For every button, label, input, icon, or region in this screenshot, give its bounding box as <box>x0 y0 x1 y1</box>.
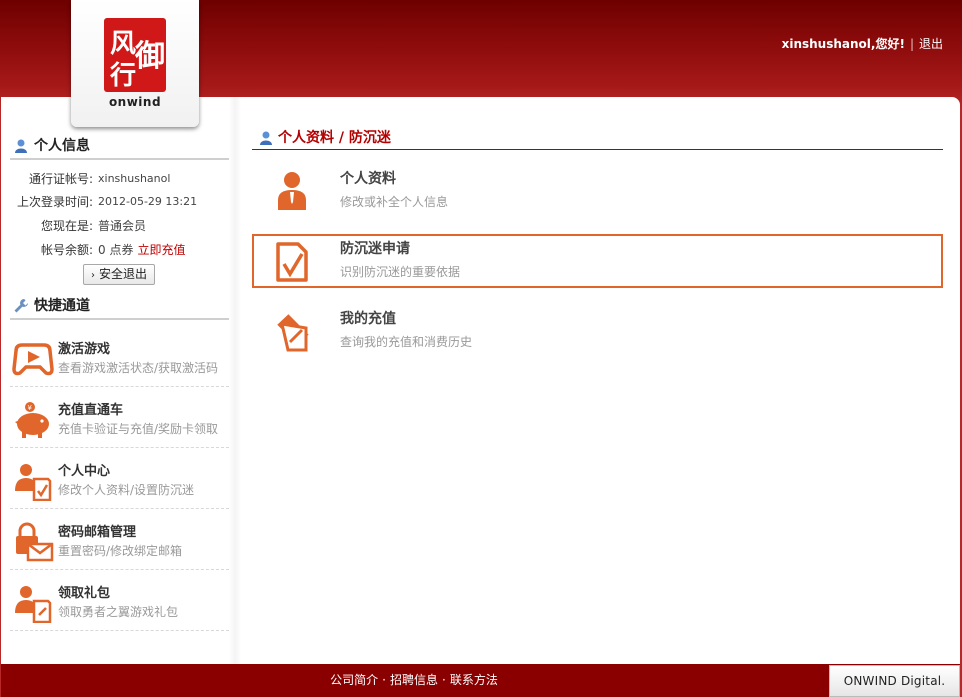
edit-document-icon <box>277 314 309 352</box>
personal-info-heading: 个人信息 <box>10 132 229 160</box>
info-label: 您现在是: <box>40 219 93 233</box>
user-small-icon <box>15 139 27 153</box>
info-row-member-level: 您现在是: 普通会员 <box>1 216 229 236</box>
page-title-text: 个人资料 / 防沉迷 <box>278 130 391 146</box>
recharge-now-link[interactable]: 立即充值 <box>137 243 185 257</box>
quick-item-desc: 重置密码/修改绑定邮箱 <box>58 544 183 558</box>
page-title: 个人资料 / 防沉迷 <box>252 128 943 150</box>
card-title: 我的充值 <box>340 311 396 327</box>
header: 风 行 御 onwind xinshushanol,您好! | 退出 <box>0 0 962 127</box>
card-my-recharge[interactable]: 我的充值 查询我的充值和消费历史 <box>252 304 943 358</box>
logo-seal-icon: 风 行 御 <box>104 18 166 92</box>
card-desc: 识别防沉迷的重要依据 <box>340 265 461 279</box>
personal-info-title: 个人信息 <box>34 138 90 154</box>
logo[interactable]: 风 行 御 onwind <box>71 0 199 127</box>
svg-text:御: 御 <box>134 39 165 74</box>
quick-item-title: 领取礼包 <box>58 586 111 601</box>
footer-link-contact[interactable]: 联系方法 <box>450 673 498 687</box>
user-bar: xinshushanol,您好! | 退出 <box>782 35 943 52</box>
document-check-icon <box>276 242 308 282</box>
quick-item-desc: 查看游戏激活状态/获取激活码 <box>58 361 219 375</box>
quick-item-title: 个人中心 <box>58 464 111 479</box>
footer-dot: · <box>442 673 446 687</box>
card-desc: 查询我的充值和消费历史 <box>340 335 473 349</box>
quick-item-desc: 修改个人资料/设置防沉迷 <box>58 483 195 497</box>
user-small-icon <box>260 131 272 145</box>
footer-link-about[interactable]: 公司简介 <box>330 673 378 687</box>
svg-text:风: 风 <box>110 29 136 59</box>
svg-text:行: 行 <box>109 60 136 91</box>
safe-logout-label: 安全退出 <box>98 267 147 281</box>
quick-item-gift-pack[interactable]: 领取礼包 领取勇者之翼游戏礼包 <box>10 570 229 631</box>
info-label: 通行证帐号: <box>28 172 93 186</box>
content-panel: 个人信息 通行证帐号: xinshushanol 上次登录时间: 2012-05… <box>1 97 960 664</box>
card-personal-profile[interactable]: 个人资料 修改或补全个人信息 <box>252 164 943 218</box>
quick-item-title: 密码邮箱管理 <box>58 525 137 540</box>
wrench-icon <box>14 299 28 313</box>
lock-mail-icon <box>16 522 54 562</box>
user-gift-icon <box>15 586 52 623</box>
sidebar: 个人信息 通行证帐号: xinshushanol 上次登录时间: 2012-05… <box>1 97 241 664</box>
quick-access-title: 快捷通道 <box>34 298 90 314</box>
info-label: 上次登录时间: <box>16 195 93 209</box>
user-icon <box>278 172 306 210</box>
quick-item-desc: 领取勇者之翼游戏礼包 <box>58 605 179 619</box>
info-label: 帐号余额: <box>40 243 93 257</box>
quick-item-desc: 充值卡验证与充值/奖励卡领取 <box>58 422 219 436</box>
quick-item-title: 充值直通车 <box>58 403 124 418</box>
user-document-icon <box>15 464 52 501</box>
main-panel: 个人资料 / 防沉迷 个人资料 修改或补全个人信息 防沉迷申请 识别防沉迷的重要… <box>252 97 944 664</box>
card-title: 防沉迷申请 <box>340 241 410 257</box>
balance-value-wrap: 0 点券 立即充值 <box>98 240 185 260</box>
quick-item-password-mail[interactable]: 密码邮箱管理 重置密码/修改绑定邮箱 <box>10 509 229 570</box>
last-login-value: 2012-05-29 13:21 <box>98 195 198 208</box>
card-desc: 修改或补全个人信息 <box>340 195 449 209</box>
footer: 公司简介 · 招聘信息 · 联系方法 ONWIND Digital. <box>1 664 960 697</box>
quick-item-title: 激活游戏 <box>58 342 111 357</box>
info-row-balance: 帐号余额: 0 点券 立即充值 <box>1 240 229 260</box>
quick-access-heading: 快捷通道 <box>10 292 229 320</box>
footer-links: 公司简介 · 招聘信息 · 联系方法 <box>1 664 827 697</box>
piggy-bank-icon: ¥ <box>15 402 49 438</box>
footer-dot: · <box>382 673 386 687</box>
separator: | <box>909 37 914 51</box>
quick-item-activate-game[interactable]: 激活游戏 查看游戏激活状态/获取激活码 <box>10 326 229 387</box>
balance-value: 0 点券 <box>98 243 134 257</box>
welcome-username: xinshushanol,您好! <box>781 37 905 51</box>
quick-item-recharge[interactable]: ¥ 充值直通车 充值卡验证与充值/奖励卡领取 <box>10 387 229 448</box>
footer-link-jobs[interactable]: 招聘信息 <box>390 673 438 687</box>
chevron-right-icon: › <box>90 270 95 281</box>
gamepad-icon <box>12 343 54 376</box>
member-level-value: 普通会员 <box>98 219 147 233</box>
logout-link[interactable]: 退出 <box>919 37 943 51</box>
account-value: xinshushanol <box>98 172 171 185</box>
card-anti-addiction[interactable]: 防沉迷申请 识别防沉迷的重要依据 <box>252 234 943 288</box>
card-title: 个人资料 <box>340 171 396 187</box>
logo-text: onwind <box>108 95 162 109</box>
safe-logout-button[interactable]: › 安全退出 <box>83 264 155 285</box>
svg-text:¥: ¥ <box>28 404 33 412</box>
quick-item-personal-center[interactable]: 个人中心 修改个人资料/设置防沉迷 <box>10 448 229 509</box>
info-row-last-login: 上次登录时间: 2012-05-29 13:21 <box>1 192 229 212</box>
footer-brand: ONWIND Digital. <box>829 665 960 697</box>
info-row-account: 通行证帐号: xinshushanol <box>1 169 229 189</box>
